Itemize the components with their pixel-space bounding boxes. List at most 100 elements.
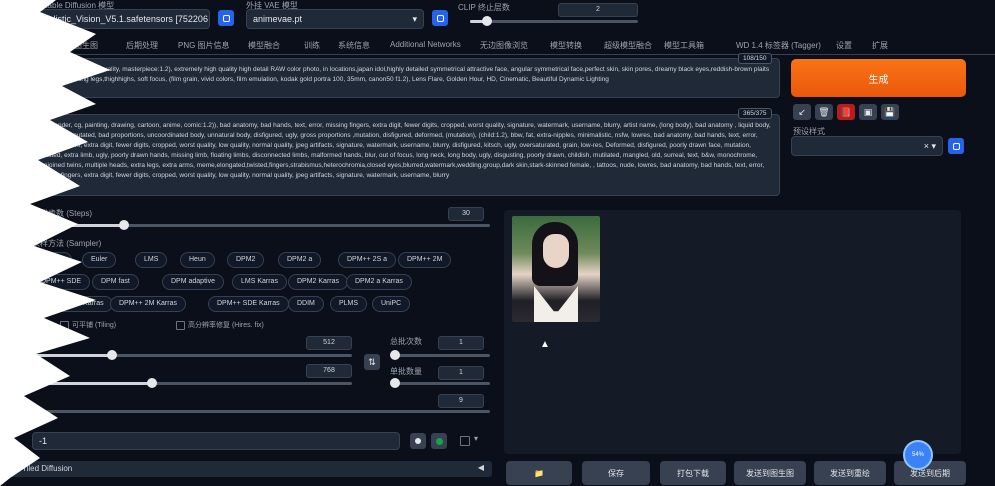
sampler-option[interactable]: LMS	[135, 252, 168, 268]
clip-slider-knob[interactable]	[482, 16, 492, 26]
height-value: 768	[323, 367, 335, 374]
vae-select-value: animevae.pt	[253, 14, 303, 24]
negative-prompt-textarea[interactable]: ((3d, render, cg, painting, drawing, car…	[28, 114, 780, 196]
style-select[interactable]: × ▾	[791, 136, 943, 156]
tab-item[interactable]: 扩展	[872, 40, 888, 51]
tab-item[interactable]: 超级模型融合	[604, 40, 652, 51]
save-label: 保存	[608, 468, 624, 478]
cfg-value-box[interactable]: 9	[438, 394, 484, 408]
output-image-thumbnail[interactable]	[512, 216, 600, 322]
width-value-box[interactable]: 512	[306, 336, 352, 350]
send-to-img2img-button[interactable]: 发送到图生图	[734, 461, 806, 485]
chevron-down-icon: ▾	[474, 434, 479, 443]
refresh-model-button[interactable]	[218, 10, 234, 26]
clip-label: CLIP 终止层数	[458, 3, 510, 12]
sampler-option[interactable]: PLMS	[330, 296, 368, 312]
cfg-value: 9	[459, 397, 463, 404]
tab-item[interactable]: WD 1.4 标签器 (Tagger)	[736, 40, 821, 51]
clip-slider[interactable]	[470, 16, 638, 26]
tab-item[interactable]: Additional Networks	[390, 40, 461, 49]
sampler-option[interactable]: DPM adaptive	[162, 274, 224, 290]
sampler-option[interactable]: DPM2 a	[278, 252, 322, 268]
recycle-icon	[435, 437, 443, 445]
trash-button[interactable]: 🗑	[815, 104, 833, 120]
main-tabs: 文生图图生图后期处理PNG 图片信息模型融合训练系统信息Additional N…	[0, 40, 995, 54]
sampler-option[interactable]: DPM2 a Karras	[346, 274, 412, 290]
sampler-option[interactable]: DDIM	[288, 296, 324, 312]
batch-size-slider[interactable]	[390, 378, 490, 388]
hires-label: 高分辨率修复 (Hires. fix)	[188, 322, 264, 329]
sampler-option[interactable]: DPM++ SDE Karras	[208, 296, 289, 312]
refresh-style-button[interactable]	[948, 138, 964, 154]
tab-item[interactable]: 系统信息	[338, 40, 370, 51]
sampler-option[interactable]: LMS Karras	[232, 274, 287, 290]
tab-item[interactable]: 后期处理	[126, 40, 158, 51]
batch-count-box[interactable]: 1	[438, 336, 484, 350]
chevron-down-icon: ▾	[198, 28, 203, 29]
generate-label: 生成	[868, 74, 889, 86]
tab-item[interactable]: 训练	[304, 40, 320, 51]
tab-item[interactable]: 无边图像浏览	[480, 40, 528, 51]
refresh-vae-button[interactable]	[432, 10, 448, 26]
extra-networks-button[interactable]: 📕	[837, 104, 855, 120]
batch-size-box[interactable]: 1	[438, 366, 484, 380]
sampler-option[interactable]: DPM2 Karras	[288, 274, 349, 290]
tabs-divider	[0, 54, 995, 55]
open-folder-button[interactable]: 📁	[506, 461, 572, 485]
batch-size-knob[interactable]	[390, 378, 400, 388]
send-to-inpaint-button[interactable]: 发送到重绘	[814, 461, 886, 485]
random-seed-button[interactable]	[410, 433, 426, 449]
send-img2img-label: 发送到图生图	[746, 468, 794, 478]
tab-item[interactable]: 模型融合	[248, 40, 280, 51]
sampler-option[interactable]: DPM++ 2S a	[338, 252, 397, 268]
batch-count-slider[interactable]	[390, 350, 490, 360]
negative-prompt-text: ((3d, render, cg, painting, drawing, car…	[37, 122, 771, 179]
batch-size-value: 1	[459, 369, 463, 376]
width-value: 512	[323, 339, 335, 346]
swap-dimensions-button[interactable]: ⇅	[364, 354, 380, 370]
tab-item[interactable]: 模型转换	[550, 40, 582, 51]
send-to-extras-button[interactable]: 发送到后期	[894, 461, 966, 485]
steps-value-box[interactable]: 30	[448, 207, 484, 221]
chevron-down-icon: ▾	[412, 14, 417, 24]
batch-count-label: 总批次数	[390, 337, 422, 346]
reuse-seed-button[interactable]	[431, 433, 447, 449]
collapse-icon: ◀	[477, 463, 484, 472]
prompt-textarea[interactable]: (8k, RAW photo, best quality, masterpiec…	[28, 58, 780, 98]
clip-value-box[interactable]: 2	[558, 3, 638, 17]
height-slider-knob[interactable]	[147, 378, 157, 388]
generate-button[interactable]: 生成	[791, 59, 966, 97]
checkbox-icon	[176, 320, 185, 330]
tab-item[interactable]: 模型工具箱	[664, 40, 704, 51]
refresh-icon	[222, 14, 230, 22]
height-value-box[interactable]: 768	[306, 364, 352, 378]
read-params-button[interactable]: ↙	[793, 104, 811, 120]
steps-value: 30	[462, 210, 470, 217]
portrait-collar-shape	[534, 286, 578, 322]
batch-count-knob[interactable]	[390, 350, 400, 360]
save-style-button[interactable]: 💾	[881, 104, 899, 120]
save-button[interactable]: 保存	[582, 461, 650, 485]
batch-count-value: 1	[459, 339, 463, 346]
zip-download-button[interactable]: 打包下载	[660, 461, 726, 485]
hires-checkbox[interactable]: 高分辨率修复 (Hires. fix)	[176, 320, 264, 330]
sampler-option[interactable]: UniPC	[372, 296, 411, 312]
dice-icon	[415, 438, 421, 444]
send-inpaint-label: 发送到重绘	[830, 468, 870, 478]
prompt-token-counter: 108/150	[738, 53, 772, 64]
tab-item[interactable]: 设置	[836, 40, 852, 51]
paper-tear-shape	[0, 0, 110, 486]
clip-value: 2	[596, 6, 600, 13]
sampler-option[interactable]: Heun	[180, 252, 215, 268]
prompt-text: (8k, RAW photo, best quality, masterpiec…	[37, 66, 770, 83]
book-icon: 📕	[840, 106, 852, 117]
sampler-option[interactable]: DPM++ 2M	[398, 252, 452, 268]
progress-badge-text: 54%	[911, 452, 924, 458]
negative-token-counter: 365/375	[738, 108, 772, 119]
batch-size-label: 单批数量	[390, 367, 422, 376]
tab-item[interactable]: PNG 图片信息	[178, 40, 230, 51]
extra-seed-checkbox[interactable]	[460, 436, 470, 446]
sampler-option[interactable]: DPM2	[227, 252, 265, 268]
apply-style-button[interactable]: ▣	[859, 104, 877, 120]
vae-select[interactable]: animevae.pt ▾	[246, 9, 424, 29]
